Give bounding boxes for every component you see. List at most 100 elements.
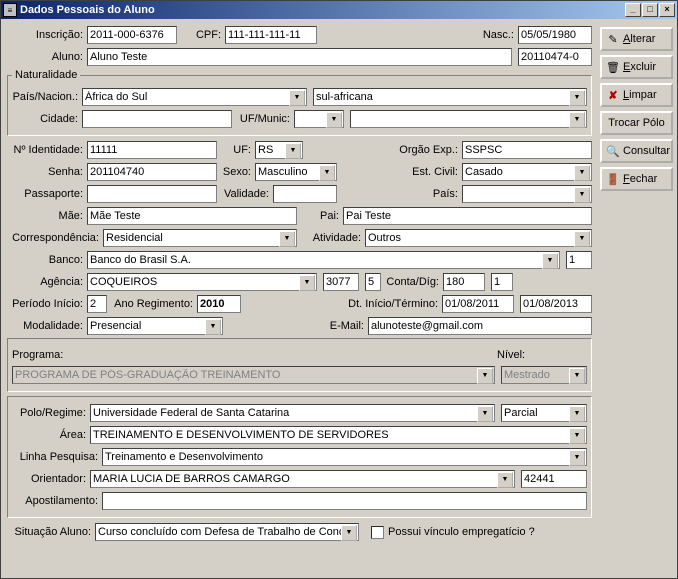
validade-input[interactable] [273,185,337,203]
fechar-text: echar [630,173,658,185]
form-icon: ≡ [3,3,17,17]
label-validade: Validade: [217,188,273,200]
label-uf-munic: UF/Munic: [232,113,294,125]
label-sexo: Sexo: [217,166,255,178]
alterar-text: lterar [630,33,655,45]
email-input[interactable] [368,317,592,335]
label-email: E-Mail: [324,320,368,332]
aluno-input[interactable] [87,48,512,66]
label-possui-vinculo: Possui vínculo empregatício ? [388,526,535,538]
cidade-input[interactable] [82,110,232,128]
consultar-button[interactable]: 🔍 Consultar [600,139,673,163]
label-atividade: Atividade: [297,232,365,244]
nivel-select[interactable]: Mestrado [501,366,587,384]
label-uf: UF: [217,144,255,156]
ano-regimento-input[interactable] [197,295,241,313]
banco-cod-input[interactable] [566,251,592,269]
linha-pesquisa-select[interactable]: Treinamento e Desenvolvimento [102,448,587,466]
search-icon: 🔍 [606,144,620,158]
label-nivel: Nível: [497,349,587,361]
clear-icon: ✘ [606,88,620,102]
excluir-text: xcluir [630,61,656,73]
regime-select[interactable]: Parcial [501,404,587,422]
agencia-select[interactable]: COQUEIROS [87,273,317,291]
label-conta-dig: Conta/Díg: [381,276,443,288]
aluno-cod-input[interactable] [518,48,592,66]
apostilamento-input[interactable] [102,492,587,510]
minimize-button[interactable]: _ [625,3,641,17]
passaporte-input[interactable] [87,185,217,203]
legend-naturalidade: Naturalidade [12,69,80,81]
label-ano-regimento: Ano Regimento: [107,298,197,310]
label-periodo-inicio: Período Início: [7,298,87,310]
inscricao-input[interactable] [87,26,177,44]
label-inscricao: Inscrição: [7,29,87,41]
alterar-button[interactable]: ✎ Alterar [600,27,673,51]
uf-select[interactable]: RS [255,141,303,159]
programa-select[interactable]: PROGRAMA DE PÓS-GRADUAÇÃO TREINAMENTO [12,366,495,384]
sexo-select[interactable]: Masculino [255,163,337,181]
label-pai: Pai: [297,210,343,222]
cpf-input[interactable] [225,26,317,44]
label-banco: Banco: [7,254,87,266]
titlebar: ≡ Dados Pessoais do Aluno _ □ × [1,1,677,19]
est-civil-select[interactable]: Casado [462,163,592,181]
situacao-aluno-select[interactable]: Curso concluído com Defesa de Trabalho d… [95,523,359,541]
label-correspondencia: Correspondência: [7,232,103,244]
polo-select[interactable]: Universidade Federal de Santa Catarina [90,404,495,422]
periodo-inicio-input[interactable] [87,295,107,313]
orientador-cod-input[interactable] [521,470,587,488]
label-orientador: Orientador: [12,473,90,485]
label-polo-regime: Polo/Regime: [12,407,90,419]
area-select[interactable]: TREINAMENTO E DESENVOLVIMENTO DE SERVIDO… [90,426,587,444]
modalidade-select[interactable]: Presencial [87,317,223,335]
button-column: ✎ Alterar 🗑 Excluir ✘ Limpar Trocar Pólo… [600,23,673,574]
agencia-cod-input[interactable] [323,273,359,291]
group-naturalidade: Naturalidade País/Nacion.: África do Sul… [7,69,592,136]
label-dt-inicio-termino: Dt. Início/Término: [342,298,442,310]
label-pais-passaporte: País: [422,188,462,200]
door-icon: 🚪 [606,172,620,186]
label-apostilamento: Apostilamento: [12,495,102,507]
pais-passaporte-select[interactable] [462,185,592,203]
excluir-button[interactable]: 🗑 Excluir [600,55,673,79]
label-nasc: Nasc.: [476,29,518,41]
banco-select[interactable]: Banco do Brasil S.A. [87,251,560,269]
atividade-select[interactable]: Outros [365,229,592,247]
conta-input[interactable] [443,273,485,291]
close-button[interactable]: × [659,3,675,17]
trocar-polo-button[interactable]: Trocar Pólo [600,111,673,135]
label-agencia: Agência: [7,276,87,288]
possui-vinculo-checkbox[interactable] [371,526,384,539]
pai-input[interactable] [343,207,592,225]
limpar-button[interactable]: ✘ Limpar [600,83,673,107]
dt-inicio-input[interactable] [442,295,514,313]
limpar-text: impar [629,89,657,101]
identidade-input[interactable] [87,141,217,159]
label-cpf: CPF: [177,29,225,41]
orientador-select[interactable]: MARIA LUCIA DE BARROS CAMARGO [90,470,515,488]
senha-input[interactable] [87,163,217,181]
group-polo: Polo/Regime: Universidade Federal de San… [7,396,592,518]
agencia-dig-input[interactable] [365,273,381,291]
uf-munic-uf-select[interactable] [294,110,344,128]
label-area: Área: [12,429,90,441]
nasc-input[interactable] [518,26,592,44]
trash-icon: 🗑 [606,60,620,74]
conta-dig-input[interactable] [491,273,513,291]
label-aluno: Aluno: [7,51,87,63]
dt-termino-input[interactable] [520,295,592,313]
correspondencia-select[interactable]: Residencial [103,229,297,247]
mae-input[interactable] [87,207,297,225]
label-situacao-aluno: Situação Aluno: [7,526,95,538]
label-orgao-exp: Orgão Exp.: [392,144,462,156]
fechar-button[interactable]: 🚪 Fechar [600,167,673,191]
nacion-select[interactable]: sul-africana [313,88,587,106]
pais-select[interactable]: África do Sul [82,88,307,106]
group-programa: Programa: Nível: PROGRAMA DE PÓS-GRADUAÇ… [7,338,592,392]
orgao-exp-input[interactable] [462,141,592,159]
uf-munic-select[interactable] [350,110,587,128]
label-identidade: Nº Identidade: [7,144,87,156]
maximize-button[interactable]: □ [642,3,658,17]
form-area: Inscrição: CPF: Nasc.: Aluno: Naturalida… [5,23,600,574]
